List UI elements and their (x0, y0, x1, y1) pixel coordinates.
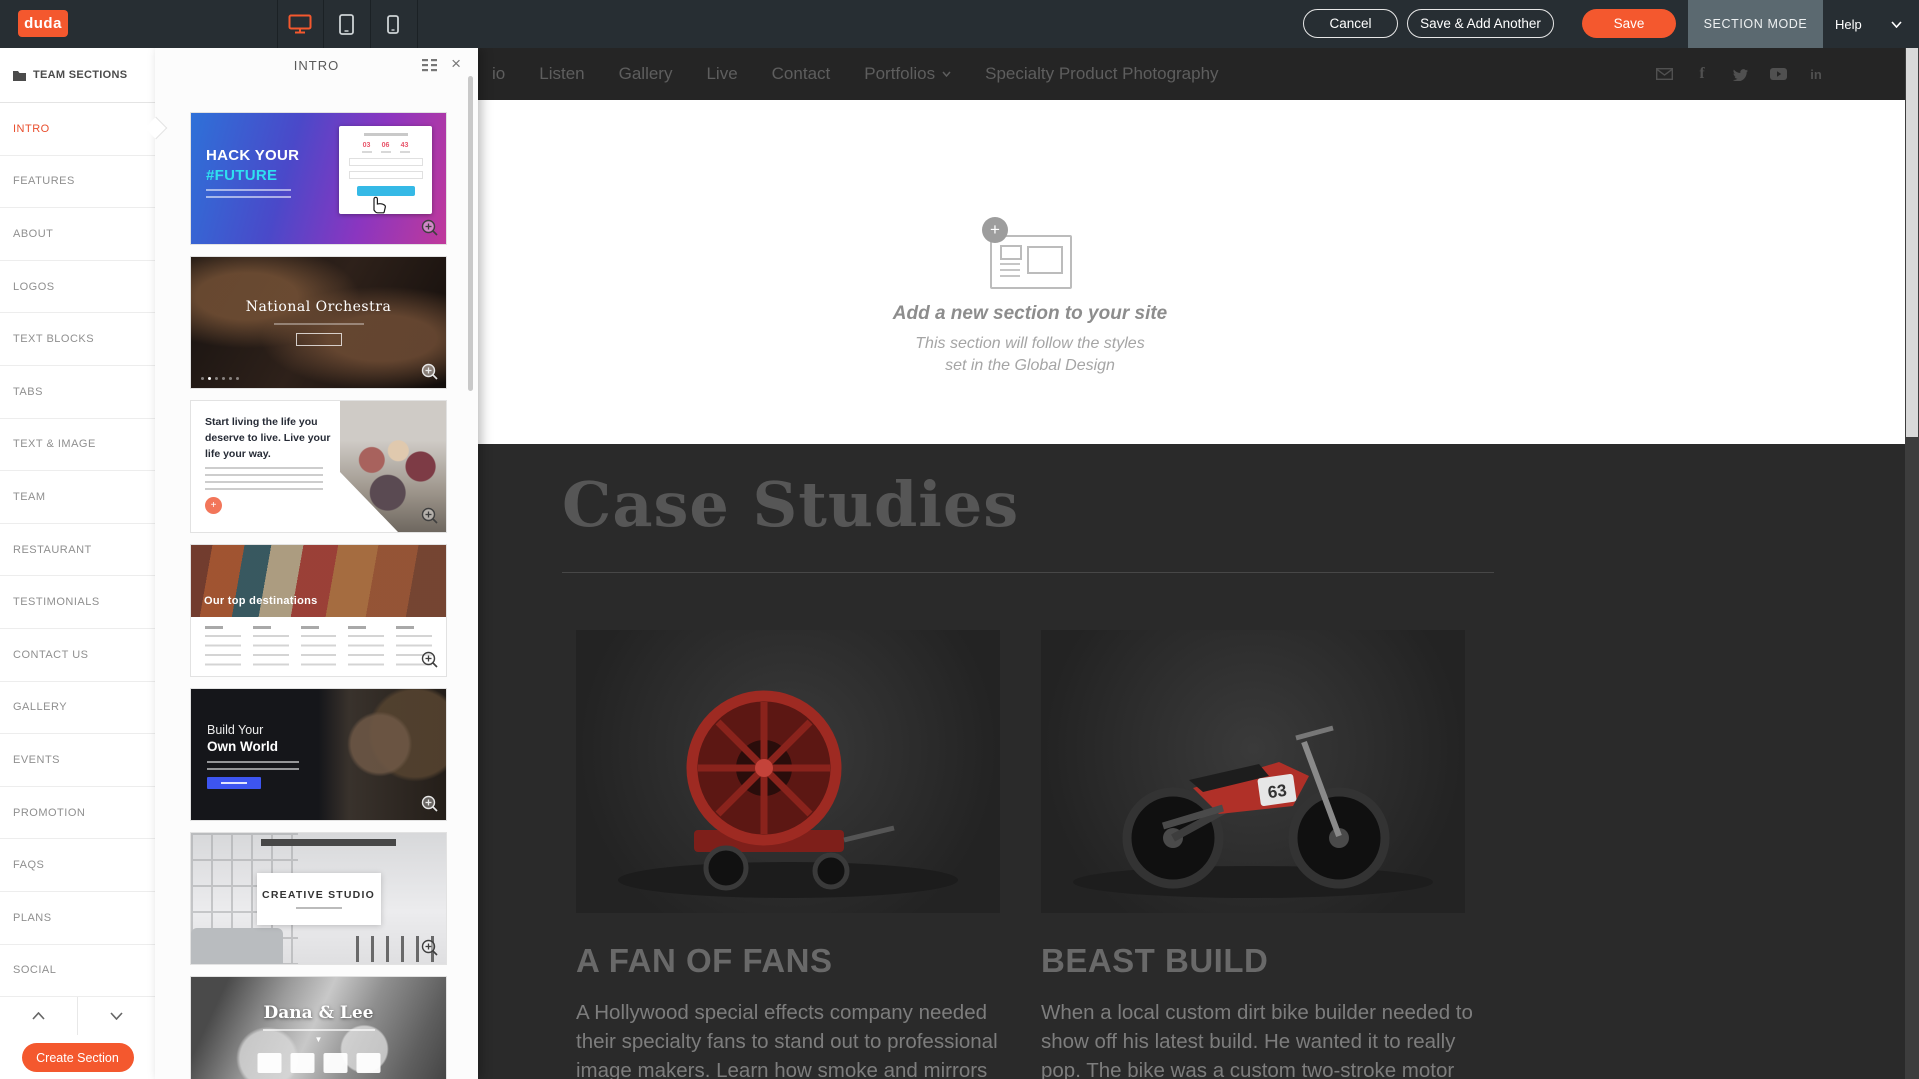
tablet-icon (339, 14, 354, 35)
hand-cursor-icon (367, 193, 389, 217)
tablet-preview-button[interactable] (323, 0, 369, 48)
add-section-subtitle: This section will follow the styles set … (880, 333, 1180, 376)
desktop-icon (288, 14, 312, 34)
sidebar-item[interactable]: FEATURES (0, 156, 155, 209)
sections-sidebar: TEAM SECTIONS INTRO FEATURES ABOUT LOGOS (0, 48, 155, 1079)
sidebar-item[interactable]: RESTAURANT (0, 524, 155, 577)
zoom-preview-icon[interactable] (421, 363, 439, 381)
panel-title: INTRO (294, 58, 339, 73)
sidebar-items: INTRO FEATURES ABOUT LOGOS TEXT BLOCKS (0, 103, 155, 997)
plus-icon: + (982, 217, 1008, 243)
sidebar-item[interactable]: TESTIMONIALS (0, 576, 155, 629)
site-nav-item[interactable]: Gallery (619, 64, 673, 84)
site-nav-item[interactable]: io (492, 64, 505, 84)
carousel-dots (201, 377, 239, 380)
heart-icon: ▼ (191, 1035, 446, 1044)
panel-scrollbar-thumb[interactable] (468, 76, 473, 391)
create-section-button[interactable]: Create Section (22, 1043, 134, 1072)
desktop-preview-button[interactable] (277, 0, 323, 48)
duda-logo: duda (18, 10, 68, 37)
case-card-image-fan (576, 630, 1000, 913)
site-nav-item[interactable]: Listen (539, 64, 584, 84)
section-mode-badge: SECTION MODE (1688, 0, 1823, 48)
sidebar-item[interactable]: GALLERY (0, 682, 155, 735)
template-thumbnail-build-your-own-world[interactable]: Build Your Own World (190, 688, 447, 821)
chevron-down-icon[interactable] (1891, 21, 1902, 28)
plus-icon: + (205, 497, 222, 514)
cancel-button[interactable]: Cancel (1303, 9, 1398, 38)
email-icon[interactable] (1655, 66, 1673, 82)
page-scrollbar[interactable] (1905, 48, 1919, 1079)
zoom-preview-icon[interactable] (421, 651, 439, 669)
site-nav-item[interactable]: Specialty Product Photography (985, 64, 1218, 84)
case-card-title: A FAN OF FANS (576, 942, 832, 980)
sidebar-header: TEAM SECTIONS (0, 48, 155, 103)
close-icon[interactable]: × (451, 54, 462, 74)
editor-topbar: duda Cancel Save & Add Another (0, 0, 1919, 48)
sidebar-item[interactable]: INTRO (0, 103, 155, 156)
sidebar-item[interactable]: EVENTS (0, 734, 155, 787)
twitter-icon[interactable] (1731, 66, 1749, 82)
zoom-preview-icon[interactable] (421, 507, 439, 525)
zoom-preview-icon[interactable] (421, 795, 439, 813)
intro-templates-panel: INTRO × HACK YOUR #FUTURE 03 06 43 (155, 48, 478, 1079)
sidebar-item[interactable]: ABOUT (0, 208, 155, 261)
site-nav-item[interactable]: Contact (772, 64, 831, 84)
zoom-preview-icon[interactable] (421, 939, 439, 957)
scroll-down-button[interactable] (78, 997, 155, 1035)
scroll-up-button[interactable] (0, 997, 78, 1035)
case-card-title: BEAST BUILD (1041, 942, 1268, 980)
mobile-preview-button[interactable] (370, 0, 416, 48)
sidebar-item[interactable]: TEAM (0, 471, 155, 524)
sidebar-item[interactable]: TEXT & IMAGE (0, 419, 155, 472)
site-nav-items: io Listen Gallery Live (492, 48, 1219, 100)
chevron-up-icon (32, 1012, 45, 1020)
sidebar-pager (0, 997, 155, 1035)
sidebar-item[interactable]: PROMOTION (0, 787, 155, 840)
countdown-boxes (257, 1053, 380, 1073)
linkedin-icon[interactable]: in (1807, 66, 1825, 82)
template-thumbnail-dana-and-lee[interactable]: Dana & Lee ▼ (190, 976, 447, 1079)
zoom-preview-icon[interactable] (421, 219, 439, 237)
layout-grid-icon[interactable] (422, 59, 438, 75)
app-stage: io Listen Gallery Live (0, 0, 1919, 1079)
case-studies-title: Case Studies (562, 468, 1019, 541)
site-social-icons: f in (1655, 48, 1825, 100)
sidebar-footer: Create Section (0, 1035, 155, 1079)
destinations-table (191, 617, 446, 676)
add-section-dropzone[interactable]: + Add a new section to your site This se… (880, 225, 1180, 376)
sidebar-item[interactable]: CONTACT US (0, 629, 155, 682)
template-thumbnail-national-orchestra[interactable]: National Orchestra (190, 256, 447, 389)
page-scrollbar-thumb[interactable] (1906, 48, 1918, 437)
folder-icon (13, 70, 26, 81)
template-thumbnail-creative-studio[interactable]: CREATIVE STUDIO (190, 832, 447, 965)
sidebar-item[interactable]: LOGOS (0, 261, 155, 314)
panel-header: INTRO × (155, 48, 478, 82)
add-section-icon: + (988, 225, 1072, 289)
case-card-body: A Hollywood special effects company need… (576, 998, 1014, 1079)
sidebar-item[interactable]: TABS (0, 366, 155, 419)
chevron-down-icon (942, 71, 951, 77)
help-menu[interactable]: Help (1835, 0, 1862, 48)
sidebar-item[interactable]: FAQS (0, 839, 155, 892)
case-card-body: When a local custom dirt bike builder ne… (1041, 998, 1479, 1079)
mobile-icon (387, 15, 399, 34)
chevron-down-icon (110, 1012, 123, 1020)
svg-text:63: 63 (1267, 781, 1288, 802)
facebook-icon[interactable]: f (1693, 66, 1711, 82)
site-nav-item[interactable]: Live (706, 64, 737, 84)
save-button[interactable]: Save (1582, 9, 1676, 38)
sidebar-item[interactable]: SOCIAL (0, 945, 155, 998)
youtube-icon[interactable] (1769, 66, 1787, 82)
save-add-another-button[interactable]: Save & Add Another (1407, 9, 1554, 38)
template-thumbnail-start-living[interactable]: Start living the life you deserve to liv… (190, 400, 447, 533)
template-thumbnail-hack-your-future[interactable]: HACK YOUR #FUTURE 03 06 43 (190, 112, 447, 245)
sidebar-item[interactable]: TEXT BLOCKS (0, 313, 155, 366)
sidebar-item[interactable]: PLANS (0, 892, 155, 945)
site-nav-item[interactable]: Portfolios (864, 64, 951, 84)
case-card-image-bike: 63 (1041, 630, 1465, 913)
add-section-title: Add a new section to your site (880, 303, 1180, 325)
case-studies-divider (562, 572, 1494, 573)
template-thumbnail-top-destinations[interactable]: Our top destinations (190, 544, 447, 677)
